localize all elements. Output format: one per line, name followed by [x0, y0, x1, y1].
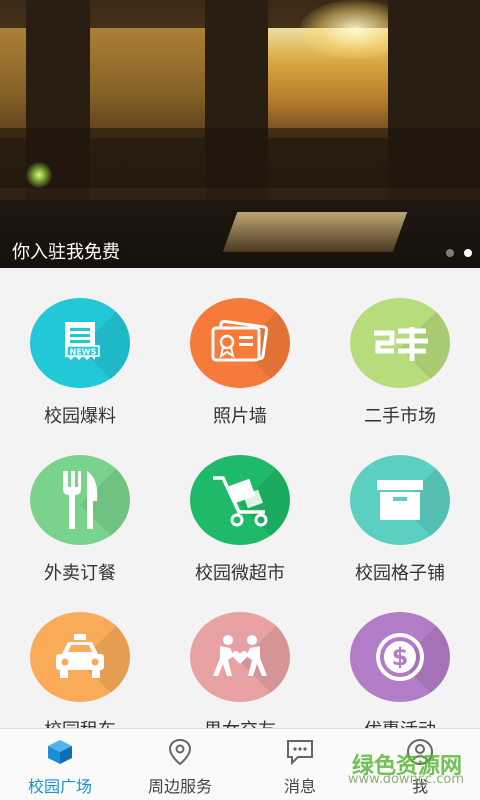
grid-item-circle: [190, 298, 290, 388]
banner-caption: 你入驻我免费: [12, 242, 120, 263]
grid-item-campus-news[interactable]: NEWS 校园爆料: [0, 268, 160, 428]
banner-window: [0, 28, 26, 138]
pager-dot[interactable]: [446, 249, 454, 257]
location-pin-icon: [165, 737, 195, 767]
banner-floor-light: [222, 212, 408, 252]
photo-wall-icon: [211, 319, 269, 362]
grid-item-dating[interactable]: 男女交友: [160, 582, 320, 728]
dating-icon: [213, 635, 267, 676]
tab-messages[interactable]: 消息: [240, 729, 360, 800]
tab-label: 消息: [283, 777, 316, 796]
cube-icon: [45, 737, 75, 767]
dollar-icon: $: [376, 633, 424, 681]
pager-dot-active[interactable]: [464, 249, 472, 257]
grid-item-circle: [350, 455, 450, 545]
tab-label: 校园广场: [27, 777, 92, 796]
tab-campus-square[interactable]: 校园广场: [0, 729, 120, 800]
grid-item-circle: [30, 455, 130, 545]
grid-item-circle: $: [350, 612, 450, 702]
cart-icon: [213, 476, 268, 527]
second-hand-icon: [374, 327, 428, 361]
grid-item-second-hand[interactable]: 二手市场: [320, 268, 480, 428]
grid-item-label: 男女交友: [204, 716, 276, 728]
banner-railing: [0, 128, 480, 188]
grid-item-circle: [190, 612, 290, 702]
banner-window: [90, 28, 205, 138]
news-icon: NEWS: [65, 322, 100, 360]
svg-text:$: $: [392, 643, 409, 671]
grid-item-promotions[interactable]: $ 优惠活动: [320, 582, 480, 728]
svg-text:NEWS: NEWS: [70, 348, 97, 357]
feature-grid: NEWS 校园爆料 照片墙 二手市场 外卖订餐 校园微超市 校园格子铺 $: [0, 268, 480, 728]
grid-item-circle: [350, 298, 450, 388]
tab-nearby-services[interactable]: 周边服务: [120, 729, 240, 800]
grid-item-photo-wall[interactable]: 照片墙: [160, 268, 320, 428]
grid-item-circle: [190, 455, 290, 545]
grid-item-car-rental[interactable]: 校园租车: [0, 582, 160, 728]
banner-light-spot: [26, 162, 52, 188]
grid-item-label: 优惠活动: [364, 716, 436, 728]
grid-item-mini-market[interactable]: 校园微超市: [160, 425, 320, 585]
grid-item-circle: NEWS: [30, 298, 130, 388]
app-screen: 你入驻我免费 NEWS 校园爆料 照片墙 二手市场 外卖订餐 校园微超市 校园格…: [0, 0, 480, 800]
grid-item-grid-shop[interactable]: 校园格子铺: [320, 425, 480, 585]
watermark-url: www.downcc.com: [347, 772, 464, 787]
tab-label: 周边服务: [147, 777, 212, 796]
grid-item-label: 校园租车: [44, 716, 116, 728]
banner-pager: [446, 249, 472, 257]
box-icon: [377, 480, 423, 520]
banner-carousel[interactable]: 你入驻我免费: [0, 0, 480, 268]
fork-knife-icon: [63, 471, 98, 529]
grid-item-food-order[interactable]: 外卖订餐: [0, 425, 160, 585]
message-icon: [285, 737, 315, 767]
taxi-icon: [56, 634, 104, 678]
grid-item-circle: [30, 612, 130, 702]
